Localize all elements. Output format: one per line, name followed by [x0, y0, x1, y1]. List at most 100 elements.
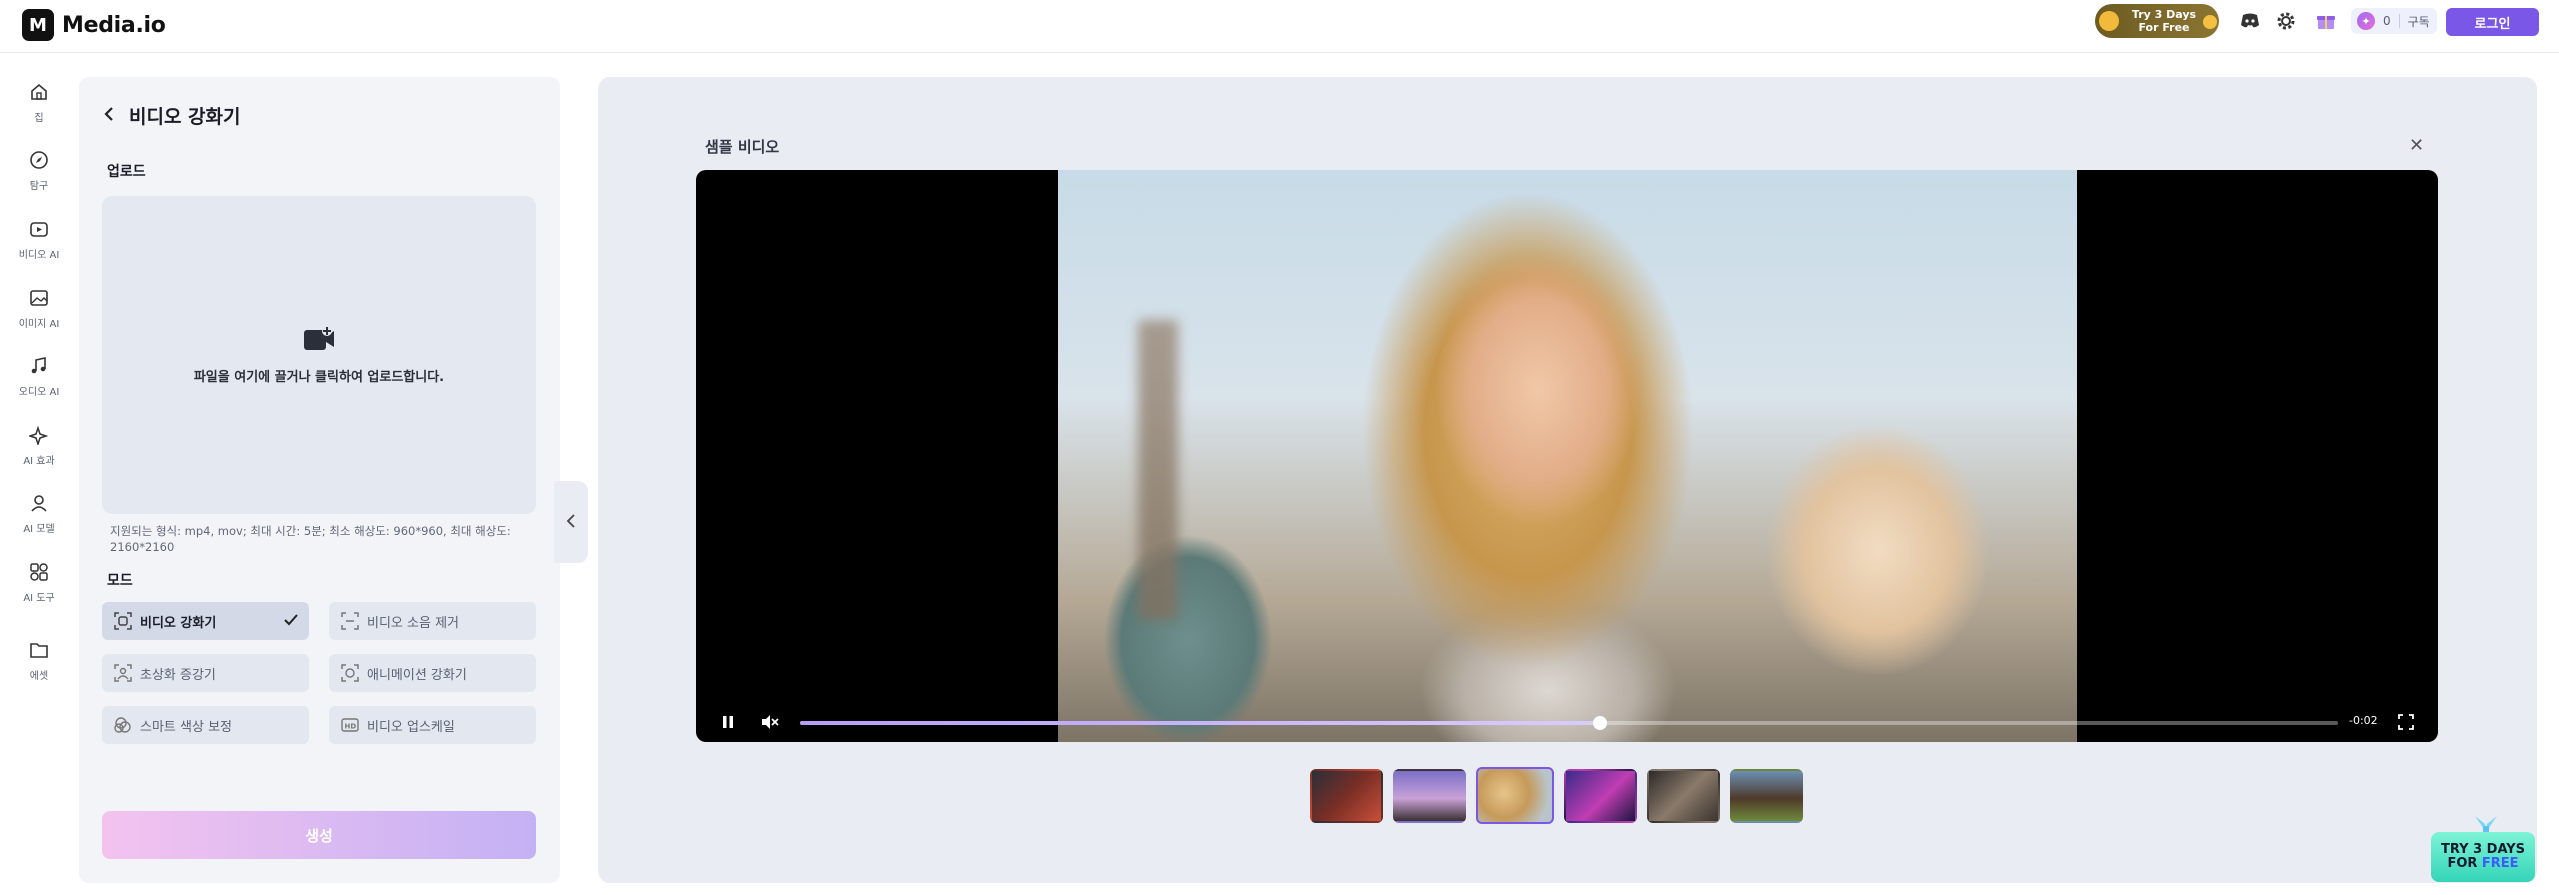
corner-promo-free: FREE: [2481, 856, 2519, 871]
credits-badge[interactable]: ✦ 0 구독: [2351, 8, 2437, 34]
animation-icon: [341, 664, 359, 682]
mode-animation-enhancer[interactable]: 애니메이션 강화기: [329, 654, 536, 692]
mode-label-text: 스마트 색상 보정: [140, 719, 232, 735]
upload-label: 업로드: [107, 164, 146, 180]
collapse-panel-button[interactable]: [554, 481, 588, 563]
mode-label-text: 비디오 업스케일: [367, 719, 455, 735]
home-icon: [27, 80, 51, 104]
player-controls: -0:02: [696, 702, 2438, 742]
try-free-corner-promo[interactable]: TRY 3 DAYS FOR FREE: [2431, 812, 2539, 884]
left-nav: 집 탐구 비디오 AI 이미지 AI 오디오 AI AI 효과 AI 모델 AI…: [0, 53, 78, 895]
credits-count: 0: [2383, 14, 2391, 28]
divider: [2398, 14, 2400, 28]
thumbnail-4[interactable]: [1564, 769, 1637, 823]
nav-label: 에셋: [29, 671, 49, 682]
mode-video-upscale[interactable]: HD 비디오 업스케일: [329, 706, 536, 744]
thumbnail-6[interactable]: [1730, 769, 1803, 823]
thumbnail-5[interactable]: [1647, 769, 1720, 823]
nav-label: 오디오 AI: [18, 387, 60, 398]
promo-line2: For Free: [2138, 21, 2190, 34]
logo[interactable]: M Media.io: [22, 9, 166, 41]
upload-dropzone[interactable]: 파일을 여기에 끌거나 클릭하여 업로드합니다.: [102, 196, 536, 514]
format-hint: 지원되는 형식: mp4, mov; 최대 시간: 5분; 최소 해상도: 96…: [110, 524, 511, 554]
corner-promo-line1: TRY 3 DAYS: [2440, 842, 2526, 857]
thumbnail-3-selected[interactable]: [1476, 767, 1554, 824]
promo-line1: Try 3 Days: [2131, 8, 2197, 21]
coin-small-icon: [2203, 15, 2217, 29]
try-free-promo-button[interactable]: Try 3 Days For Free: [2095, 4, 2219, 38]
logo-text: Media.io: [62, 12, 166, 38]
subscribe-link[interactable]: 구독: [2408, 13, 2430, 30]
mode-label-text: 애니메이션 강화기: [367, 667, 467, 683]
discord-icon[interactable]: [2237, 8, 2263, 34]
top-bar: M Media.io Try 3 Days For Free ✦ 0 구독 로그…: [0, 0, 2559, 53]
mode-video-denoise[interactable]: 비디오 소음 제거: [329, 602, 536, 640]
nav-item-ai-effects[interactable]: AI 효과: [0, 423, 78, 467]
music-icon: [27, 354, 51, 378]
nav-item-video-ai[interactable]: 비디오 AI: [0, 217, 78, 261]
enhance-frame-icon: [114, 612, 132, 630]
svg-text:HD: HD: [345, 723, 357, 731]
sparkle-icon: [27, 423, 51, 447]
video-upload-icon: [303, 325, 335, 356]
close-icon[interactable]: ✕: [2409, 135, 2424, 156]
folder-icon: [27, 638, 51, 662]
progress-knob[interactable]: [1592, 716, 1607, 730]
mode-label-text: 비디오 강화기: [140, 615, 217, 631]
sample-thumbnails: [1310, 767, 1803, 824]
nav-item-image-ai[interactable]: 이미지 AI: [0, 286, 78, 330]
tool-panel: 비디오 강화기 업로드 파일을 여기에 끌거나 클릭하여 업로드합니다. 지원되…: [79, 77, 560, 883]
time-remaining: -0:02: [2349, 714, 2378, 727]
login-button[interactable]: 로그인: [2446, 8, 2539, 36]
nav-label: 비디오 AI: [18, 250, 60, 261]
fullscreen-icon[interactable]: [2396, 712, 2416, 732]
generate-button[interactable]: 생성: [102, 811, 536, 859]
mode-label-text: 비디오 소음 제거: [367, 615, 459, 631]
nav-item-home[interactable]: 집: [0, 80, 78, 124]
credit-gem-icon: ✦: [2357, 12, 2375, 30]
nav-item-audio-ai[interactable]: 오디오 AI: [0, 354, 78, 398]
progress-bar[interactable]: [800, 716, 2338, 730]
nav-label: 탐구: [29, 181, 49, 192]
corner-promo-box: TRY 3 DAYS FOR FREE: [2431, 832, 2535, 882]
nav-label: AI 도구: [23, 593, 55, 604]
mode-video-enhancer[interactable]: 비디오 강화기: [102, 602, 309, 640]
tools-icon: [27, 560, 51, 584]
color-circles-icon: [114, 716, 132, 734]
nav-label: AI 효과: [23, 456, 55, 467]
nav-item-assets[interactable]: 에셋: [0, 638, 78, 682]
thumbnail-1[interactable]: [1310, 769, 1383, 823]
dropzone-text: 파일을 여기에 끌거나 클릭하여 업로드합니다.: [193, 369, 445, 385]
panel-header: 비디오 강화기: [103, 102, 241, 129]
mute-icon[interactable]: [760, 712, 780, 732]
nav-item-ai-tools[interactable]: AI 도구: [0, 560, 78, 604]
nav-label: 이미지 AI: [18, 319, 60, 330]
video-player[interactable]: -0:02: [696, 170, 2438, 742]
scroll-fade: [102, 777, 536, 807]
check-icon: [283, 612, 299, 632]
page-title: 비디오 강화기: [129, 106, 241, 128]
gear-icon[interactable]: [2273, 8, 2299, 34]
logo-mark-icon: M: [22, 9, 54, 41]
background-spire: [1138, 320, 1178, 620]
video-ai-icon: [27, 217, 51, 241]
mode-portrait-enhancer[interactable]: 초상화 증강기: [102, 654, 309, 692]
mode-label-text: 초상화 증강기: [140, 667, 216, 683]
nav-label: 집: [34, 113, 44, 124]
gift-icon[interactable]: [2313, 8, 2339, 34]
nav-label: AI 모델: [23, 524, 55, 535]
thumbnail-2[interactable]: [1393, 769, 1466, 823]
nav-item-ai-model[interactable]: AI 모델: [0, 491, 78, 535]
coin-icon: [2099, 11, 2119, 31]
video-frame: [1058, 170, 2077, 742]
image-ai-icon: [27, 286, 51, 310]
nav-item-explore[interactable]: 탐구: [0, 148, 78, 192]
person-icon: [27, 491, 51, 515]
mode-label: 모드: [107, 573, 133, 589]
back-chevron-icon[interactable]: [103, 105, 115, 127]
portrait-icon: [114, 664, 132, 682]
corner-promo-line2a: FOR: [2447, 856, 2482, 871]
pause-icon[interactable]: [718, 712, 738, 732]
mode-smart-color[interactable]: 스마트 색상 보정: [102, 706, 309, 744]
progress-fill: [800, 721, 1600, 725]
